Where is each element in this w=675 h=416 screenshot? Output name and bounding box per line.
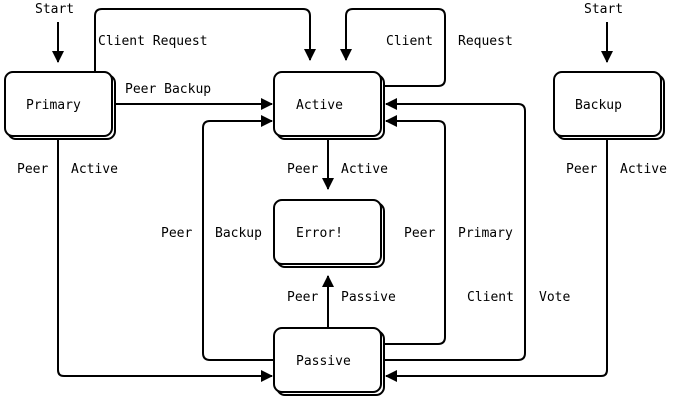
label-right-peer: Peer — [404, 226, 435, 241]
label-primary-client-request: Client Request — [98, 34, 208, 49]
label-active-peer: Peer — [287, 162, 318, 177]
state-error: Error! — [273, 199, 385, 268]
start-label-right: Start — [584, 2, 623, 17]
label-left-peer: Peer — [161, 226, 192, 241]
state-passive: Passive — [273, 327, 385, 396]
state-error-label: Error! — [296, 226, 343, 241]
label-passive-peer: Peer — [287, 290, 318, 305]
state-primary: Primary — [4, 71, 116, 140]
label-active-active: Active — [341, 162, 388, 177]
state-backup: Backup — [553, 71, 665, 140]
state-passive-label: Passive — [296, 354, 351, 369]
state-backup-label: Backup — [575, 98, 622, 113]
state-active-label: Active — [296, 98, 343, 113]
label-active-client: Client — [386, 34, 433, 49]
start-label-left: Start — [35, 2, 74, 17]
label-left-backup: Backup — [215, 226, 262, 241]
state-primary-label: Primary — [26, 98, 81, 113]
label-vote: Vote — [539, 290, 570, 305]
label-backup-active: Active — [620, 162, 667, 177]
label-primary-active: Active — [71, 162, 118, 177]
label-passive-passive: Passive — [341, 290, 396, 305]
state-diagram: Primary Active Backup Error! Passive Sta… — [4, 2, 667, 396]
state-active: Active — [273, 71, 385, 140]
label-right-primary: Primary — [458, 226, 513, 241]
label-primary-peer-backup: Peer Backup — [125, 82, 211, 97]
label-active-request: Request — [458, 34, 513, 49]
label-primary-peer: Peer — [17, 162, 48, 177]
label-client: Client — [467, 290, 514, 305]
label-backup-peer: Peer — [566, 162, 597, 177]
